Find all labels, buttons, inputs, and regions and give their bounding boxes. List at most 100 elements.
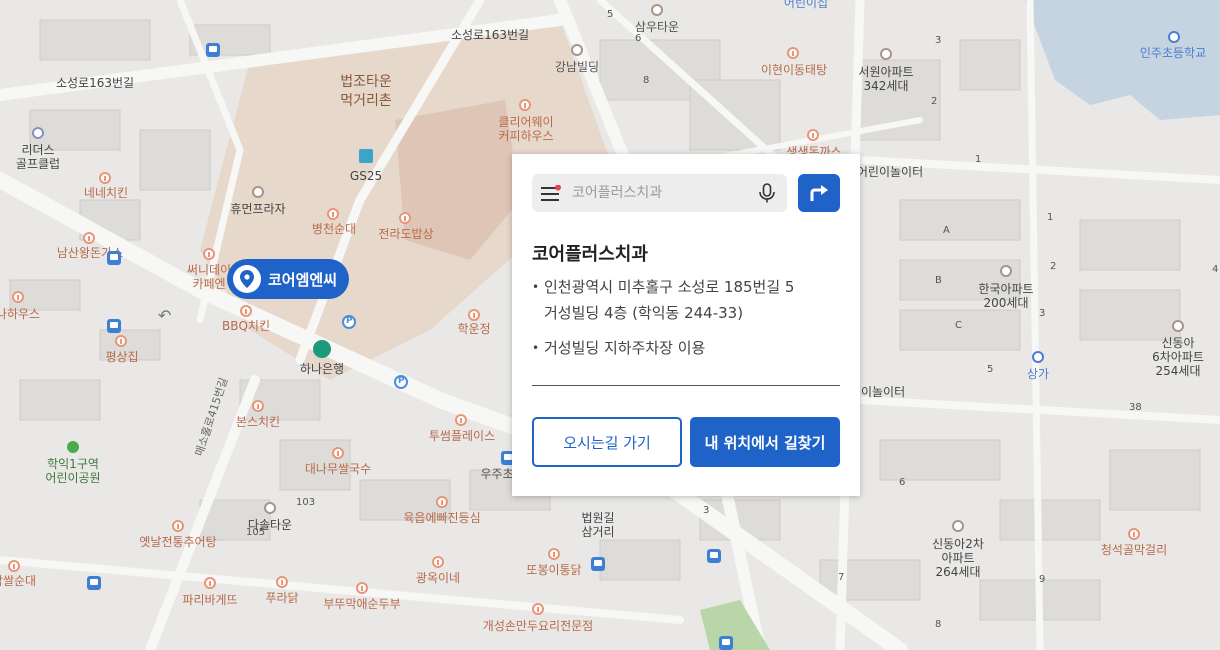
poi-label[interactable]: 병천순대 [312,222,356,236]
cafe-icon[interactable] [12,291,24,303]
school-icon[interactable] [1168,31,1180,43]
poi-label[interactable]: 옛날전통추어탕 [139,535,216,549]
building-icon[interactable] [252,186,264,198]
restaurant-icon[interactable] [83,232,95,244]
bank-icon[interactable] [313,340,331,358]
poi-label[interactable]: 커피하우스 [498,129,553,143]
poi-label[interactable]: 어린이놀이터 [857,165,923,179]
restaurant-icon[interactable] [327,208,339,220]
poi-label[interactable]: 전라도밥상 [378,227,433,241]
restaurant-icon[interactable] [204,577,216,589]
building-icon[interactable] [571,44,583,56]
building-icon[interactable] [651,4,663,16]
poi-label[interactable]: 우주초 [480,467,513,481]
route-from-my-location-button[interactable]: 내 위치에서 길찾기 [690,417,840,467]
poi-label[interactable]: 서원아파트 [858,65,913,79]
microphone-icon[interactable] [758,183,776,203]
poi-label[interactable]: 상가 [1027,367,1049,381]
visit-directions-button[interactable]: 오시는길 가기 [532,417,682,467]
poi-label[interactable]: 부뚜막애순두부 [323,597,400,611]
poi-label[interactable]: 본스치킨 [236,415,280,429]
poi-label[interactable]: 대나무쌀국수 [305,462,371,476]
poi-label[interactable]: 6차아파트 [1152,350,1204,364]
convenience-store-icon[interactable] [359,149,373,163]
restaurant-icon[interactable] [807,129,819,141]
bus-stop-icon[interactable] [206,43,220,57]
restaurant-icon[interactable] [532,603,544,615]
poi-label[interactable]: BBQ치킨 [222,319,270,333]
restaurant-icon[interactable] [332,447,344,459]
selected-place-marker[interactable]: 코어엠엔씨 [227,259,350,299]
poi-label[interactable]: 청석골막걸리 [1101,543,1167,557]
poi-label[interactable]: 신동아 [1161,336,1194,350]
poi-label[interactable]: 개성손만두요리전문점 [483,619,593,633]
poi-label[interactable]: 한국아파트 [978,282,1033,296]
cafe-icon[interactable] [203,248,215,260]
bus-stop-icon[interactable] [591,557,605,571]
poi-label[interactable]: 또봉이통닭 [526,563,581,577]
poi-label[interactable]: 푸라닭 [265,591,298,605]
parking-icon[interactable] [394,375,408,389]
apartment-icon[interactable] [880,48,892,60]
cafe-icon[interactable] [455,414,467,426]
poi-label[interactable]: 학익1구역 [47,457,99,471]
poi-label[interactable]: 이현이동태탕 [761,63,827,77]
poi-label[interactable]: 어린이공원 [45,471,100,485]
poi-label[interactable]: 클리어웨이 [498,115,553,129]
poi-label[interactable]: GS25 [350,169,382,183]
poi-label[interactable]: 파리바게뜨 [182,593,237,607]
poi-label[interactable]: 학운정 [457,322,490,336]
search-input[interactable] [572,174,752,212]
restaurant-icon[interactable] [1128,528,1140,540]
poi-label[interactable]: 어린이집 [784,0,828,10]
poi-label[interactable]: 골프클럽 [16,157,60,171]
poi-label[interactable]: 신동아2차 [932,537,984,551]
restaurant-icon[interactable] [432,556,444,568]
poi-label[interactable]: 투썸플레이스 [429,429,495,443]
poi-label[interactable]: 나하우스 [0,307,40,321]
poi-label[interactable]: 육읍에빠진등심 [403,511,480,525]
apartment-icon[interactable] [1000,265,1012,277]
restaurant-icon[interactable] [399,212,411,224]
restaurant-icon[interactable] [115,335,127,347]
bus-stop-icon[interactable] [707,549,721,563]
restaurant-icon[interactable] [548,548,560,560]
bus-stop-icon[interactable] [107,319,121,333]
poi-label[interactable]: 강남빌딩 [555,60,599,74]
restaurant-icon[interactable] [468,309,480,321]
poi-label[interactable]: 카페엔 [192,277,225,291]
cafe-icon[interactable] [519,99,531,111]
restaurant-icon[interactable] [240,305,252,317]
park-icon[interactable] [67,441,79,453]
poi-label[interactable]: 평상집 [105,350,138,364]
menu-icon[interactable] [541,184,561,201]
parking-icon[interactable] [342,315,356,329]
apartment-icon[interactable] [952,520,964,532]
bus-stop-icon[interactable] [107,251,121,265]
apartment-icon[interactable] [264,502,276,514]
directions-button[interactable] [798,174,840,212]
poi-label[interactable]: 광옥이네 [416,571,460,585]
poi-label[interactable]: 리더스 [21,143,54,157]
poi-label[interactable]: 인주초등학교 [1140,46,1206,60]
shop-icon[interactable] [1032,351,1044,363]
restaurant-icon[interactable] [436,496,448,508]
bus-stop-icon[interactable] [719,636,733,650]
poi-label[interactable]: 네네치킨 [84,186,128,200]
poi-label[interactable]: 써니데이 [187,263,231,277]
poi-label[interactable]: 하나은행 [300,362,344,376]
poi-label[interactable]: 삼우타운 [635,20,679,34]
restaurant-icon[interactable] [252,400,264,412]
restaurant-icon[interactable] [8,560,20,572]
restaurant-icon[interactable] [172,520,184,532]
apartment-icon[interactable] [1172,320,1184,332]
restaurant-icon[interactable] [99,172,111,184]
bus-stop-icon[interactable] [87,576,101,590]
golf-icon[interactable] [32,127,44,139]
restaurant-icon[interactable] [276,576,288,588]
poi-label[interactable]: 휴먼프라자 [230,202,285,216]
restaurant-icon[interactable] [356,582,368,594]
poi-label[interactable]: 찹쌀순대 [0,574,36,588]
poi-label[interactable]: 아파트 [941,551,974,565]
restaurant-icon[interactable] [787,47,799,59]
